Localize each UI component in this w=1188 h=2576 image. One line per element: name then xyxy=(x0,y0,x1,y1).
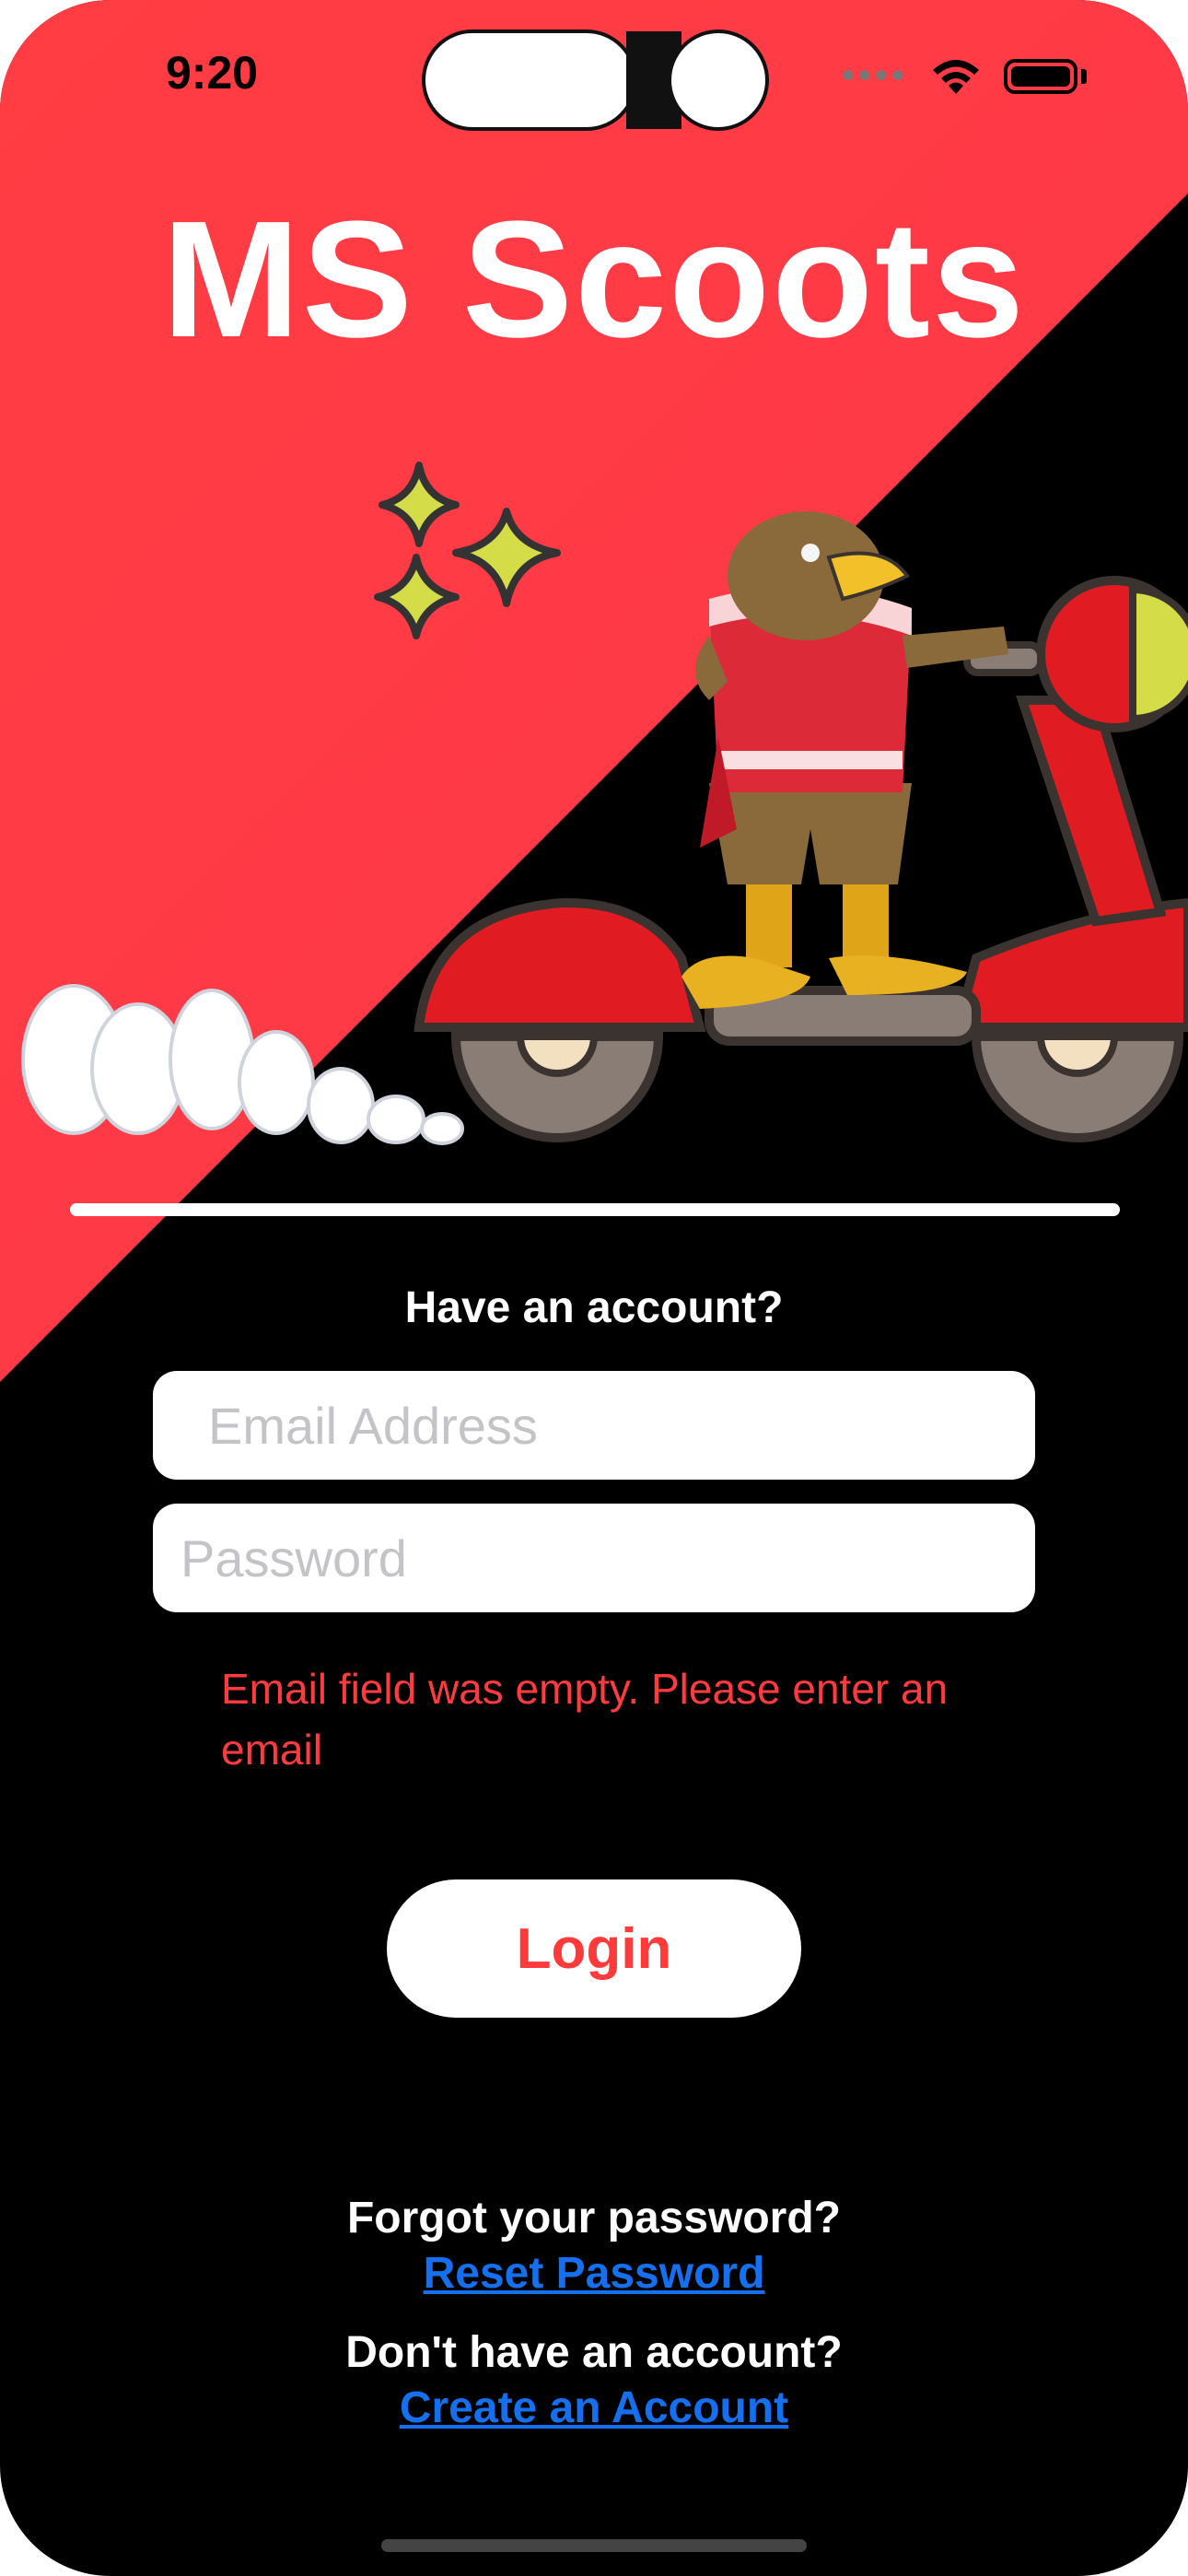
signal-icon: •••• xyxy=(841,55,908,96)
sparkles-icon xyxy=(374,462,561,639)
password-field[interactable] xyxy=(153,1504,1035,1612)
wifi-icon xyxy=(933,59,979,94)
battery-tip xyxy=(1081,68,1087,84)
login-prompt: Have an account? xyxy=(404,1283,784,1332)
battery-icon xyxy=(1004,58,1077,94)
mascot-illustration xyxy=(681,511,1008,1009)
app-title: MS Scoots xyxy=(161,187,1027,372)
no-account-prompt: Don't have an account? xyxy=(345,2328,843,2377)
create-account-link[interactable]: Create an Account xyxy=(0,2383,1188,2433)
reset-password-link[interactable]: Reset Password xyxy=(0,2248,1188,2299)
app-screen: 9:20 •••• MS Scoots Have an account? Ema… xyxy=(0,0,1188,2576)
error-message: Email field was empty. Please enter an e… xyxy=(221,1665,949,1774)
smoke-cloud-illustration xyxy=(21,984,464,1145)
status-time: 9:20 xyxy=(166,47,259,99)
email-field[interactable] xyxy=(153,1371,1035,1480)
forgot-password-prompt: Forgot your password? xyxy=(346,2194,841,2242)
status-indicators: •••• xyxy=(842,55,1087,97)
login-button[interactable]: Login xyxy=(387,1879,801,2018)
divider xyxy=(70,1203,1120,1216)
home-indicator[interactable] xyxy=(381,2539,807,2552)
dynamic-island-pill xyxy=(422,29,637,131)
hero-illustration xyxy=(21,462,1188,1145)
dynamic-island-dot xyxy=(668,29,769,131)
